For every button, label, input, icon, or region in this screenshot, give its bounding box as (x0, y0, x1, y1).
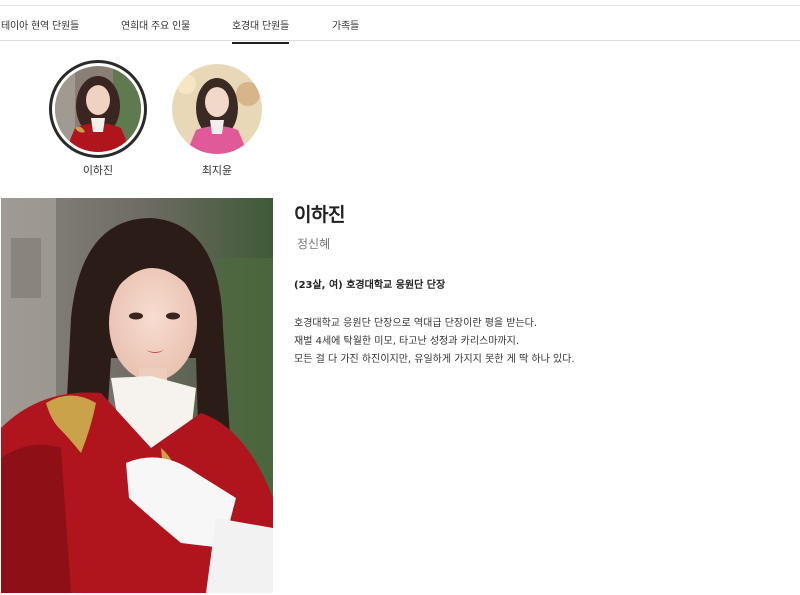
character-avatar-choi-jiyun[interactable]: 최지윤 (168, 60, 266, 178)
description-line: 모든 걸 다 가진 하진이지만, 유일하게 가지지 못한 게 딱 하나 있다. (294, 354, 575, 365)
character-name: 이하진 (294, 204, 345, 226)
description-line: 재벌 4세에 탁월한 미모, 타고난 성정과 카리스마까지. (294, 336, 519, 347)
tab-label: 가족들 (332, 21, 359, 32)
tab-family[interactable]: 가족들 (332, 17, 359, 32)
tab-theia-members[interactable]: 테이아 현역 단원들 (1, 17, 79, 32)
avatar-selected-ring (49, 60, 147, 158)
tab-label: 테이아 현역 단원들 (1, 21, 79, 32)
active-tab-indicator (232, 42, 289, 44)
category-tabs: 테이아 현역 단원들 연희대 주요 인물 호경대 단원들 가족들 (0, 6, 800, 44)
character-detail: 이하진 정신혜 (23살, 여) 호경대학교 응원단 단장 호경대학교 응원단 … (294, 200, 774, 369)
character-avatar-lee-hajin[interactable]: 이하진 (49, 60, 147, 178)
tab-yeonhee-characters[interactable]: 연희대 주요 인물 (121, 17, 190, 32)
character-description: 호경대학교 응원단 단장으로 역대급 단장이란 평을 받는다. 재벌 4세에 탁… (294, 315, 774, 369)
character-portrait (1, 198, 273, 593)
avatar-image (55, 66, 141, 152)
tab-label: 연희대 주요 인물 (121, 21, 190, 32)
avatar-name: 최지윤 (201, 164, 233, 177)
avatar-name: 이하진 (82, 164, 114, 177)
tab-label: 호경대 단원들 (232, 21, 289, 32)
tab-hokyung-members[interactable]: 호경대 단원들 (232, 17, 289, 44)
character-meta: (23살, 여) 호경대학교 응원단 단장 (294, 280, 446, 291)
character-selector: 이하진 최지윤 (0, 60, 800, 180)
description-line: 호경대학교 응원단 단장으로 역대급 단장이란 평을 받는다. (294, 318, 538, 329)
avatar-image (172, 64, 262, 154)
actor-name: 정신혜 (297, 237, 331, 251)
avatar-ring (168, 60, 266, 158)
